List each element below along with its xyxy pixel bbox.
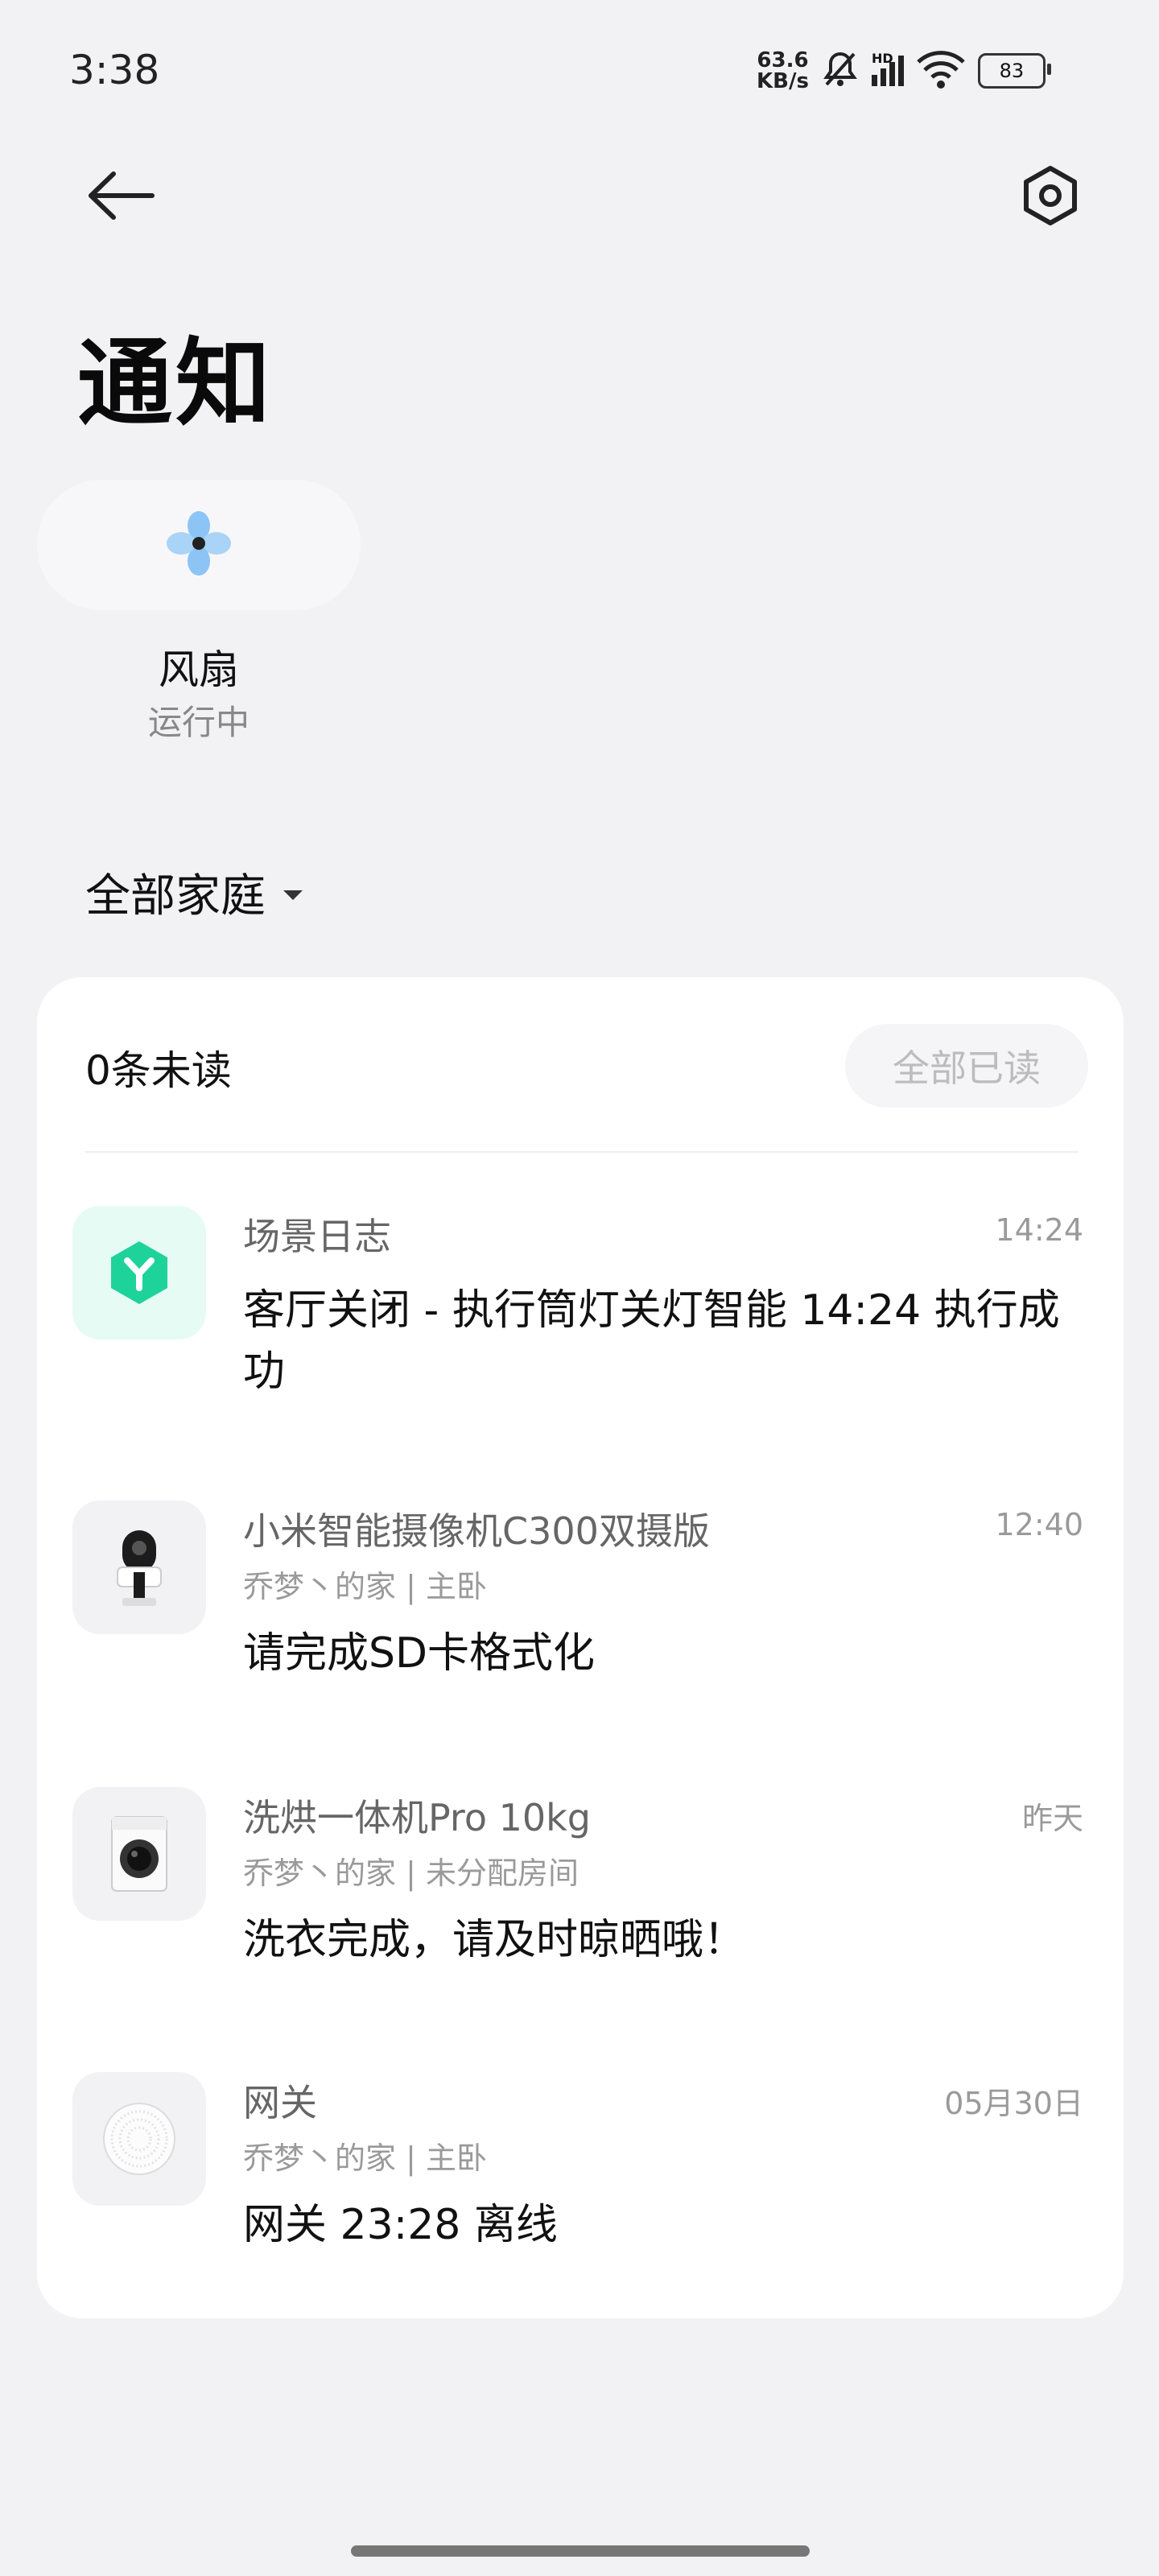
notification-message: 请完成SD卡格式化 [243, 1629, 596, 1678]
back-button[interactable] [80, 161, 161, 233]
washer-icon [72, 1787, 206, 1921]
wifi-icon [915, 49, 967, 93]
notification-time: 05月30日 [944, 2086, 1083, 2121]
family-selector-label: 全部家庭 [85, 870, 266, 923]
back-arrow-icon [85, 167, 157, 227]
settings-button[interactable] [1014, 161, 1087, 233]
signal-label: HD [871, 51, 893, 66]
battery-level: 83 [999, 60, 1025, 82]
net-speed-value: 63.6 [757, 48, 809, 72]
status-time: 3:38 [69, 47, 160, 93]
net-speed: 63.6 KB/s [757, 50, 809, 92]
notification-time: 12:40 [995, 1507, 1083, 1542]
notification-item[interactable]: 场景日志 14:24 客厅关闭 - 执行筒灯关灯智能 14:24 执行成功 [37, 1183, 1124, 1425]
notification-item[interactable]: 网关 05月30日 乔梦丶的家 | 主卧 网关 23:28 离线 [37, 2050, 1124, 2291]
device-status: 运行中 [147, 703, 250, 742]
notification-source: 洗烘一体机Pro 10kg [243, 1796, 591, 1839]
notification-item[interactable]: 小米智能摄像机C300双摄版 12:40 乔梦丶的家 | 主卧 请完成SD卡格式… [37, 1478, 1124, 1719]
fan-icon [165, 510, 233, 580]
notification-location: 乔梦丶的家 | 未分配房间 [243, 1856, 579, 1891]
notification-source: 场景日志 [243, 1215, 391, 1258]
signal-icon: HD [871, 51, 904, 86]
battery-icon: 83 [977, 53, 1051, 89]
settings-icon [1018, 163, 1083, 231]
family-selector[interactable]: 全部家庭 [85, 860, 303, 925]
notification-message: 网关 23:28 离线 [243, 2201, 558, 2249]
notification-message: 客厅关闭 - 执行筒灯关灯智能 14:24 执行成功 [243, 1286, 1060, 1396]
device-tile-fan[interactable] [37, 480, 361, 610]
scene-log-icon [72, 1206, 206, 1340]
notification-location: 乔梦丶的家 | 主卧 [243, 1569, 487, 1604]
home-indicator[interactable] [351, 2545, 810, 2557]
device-name: 风扇 [159, 646, 239, 693]
gateway-icon [72, 2072, 206, 2206]
notification-source: 小米智能摄像机C300双摄版 [243, 1509, 710, 1553]
notification-source: 网关 [243, 2081, 317, 2124]
mute-bell-icon [820, 49, 860, 93]
status-indicators: 63.6 KB/s HD 83 [757, 47, 1051, 95]
notification-item[interactable]: 洗烘一体机Pro 10kg 昨天 乔梦丶的家 | 未分配房间 洗衣完成，请及时晾… [37, 1765, 1124, 2006]
notification-location: 乔梦丶的家 | 主卧 [243, 2140, 487, 2176]
caret-down-icon [283, 890, 303, 900]
notification-time: 14:24 [995, 1212, 1083, 1248]
notification-message: 洗衣完成，请及时晾晒哦！ [243, 1916, 746, 1964]
divider [85, 1151, 1079, 1153]
page-title: 通知 [77, 328, 274, 439]
camera-icon [72, 1501, 206, 1634]
net-speed-unit: KB/s [757, 69, 809, 93]
notification-time: 昨天 [1021, 1801, 1083, 1836]
unread-count: 0条未读 [85, 1047, 232, 1094]
mark-all-read-button[interactable]: 全部已读 [845, 1024, 1088, 1108]
